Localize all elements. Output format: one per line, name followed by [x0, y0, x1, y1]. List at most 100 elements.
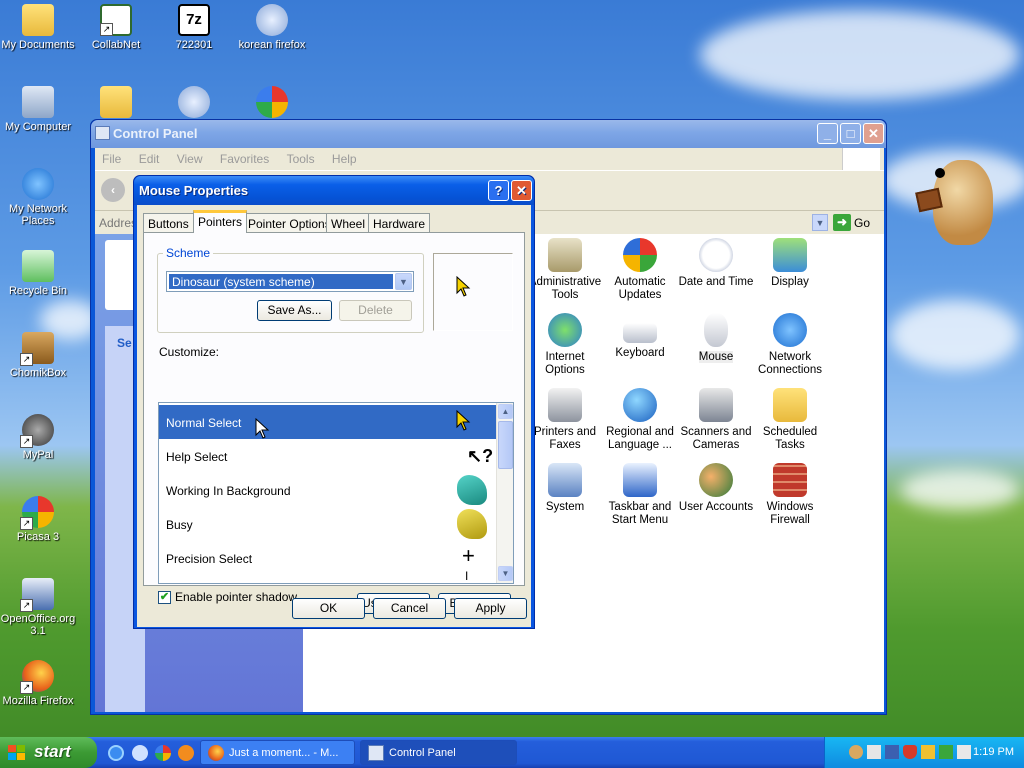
cp-item-user-accounts[interactable]: User Accounts [677, 463, 755, 514]
desktop-icon-network-places[interactable]: My Network Places [0, 168, 78, 227]
save-as-button[interactable]: Save As... [257, 300, 332, 321]
cp-item-system[interactable]: System [526, 463, 604, 514]
control-panel-titlebar[interactable]: Control Panel _ □ ✕ [91, 120, 886, 148]
address-dropdown-arrow-icon[interactable]: ▼ [812, 214, 828, 231]
desktop-icon-openoffice[interactable]: OpenOffice.org 3.1 [0, 578, 78, 637]
scheme-dropdown[interactable]: Dinosaur (system scheme) ▼ [166, 271, 414, 292]
pointer-row-precision-select[interactable]: Precision Select + [159, 541, 496, 575]
task-control-panel[interactable]: Control Panel [360, 740, 517, 765]
desktop-icon-installer[interactable] [154, 86, 234, 121]
globe-icon [623, 388, 657, 422]
cp-item-scheduled-tasks[interactable]: Scheduled Tasks [751, 388, 829, 452]
close-button[interactable]: ✕ [863, 123, 884, 144]
window-title: Control Panel [113, 126, 198, 141]
dialog-close-button[interactable]: ✕ [511, 180, 532, 201]
desktop-icon-picasa[interactable]: Picasa 3 [0, 496, 78, 543]
desktop-icon-firefox[interactable]: Mozilla Firefox [0, 660, 78, 707]
quicklaunch-picasa-icon[interactable] [155, 745, 171, 761]
desktop-icon-korean-firefox[interactable]: korean firefox [232, 4, 312, 51]
desktop-icon-mypal[interactable]: MyPal [0, 414, 78, 461]
scheme-label: Scheme [163, 246, 214, 260]
menu-file[interactable]: File [95, 148, 128, 166]
7zip-icon: 7z [178, 4, 210, 36]
delete-button[interactable]: Delete [339, 300, 412, 321]
menu-bar: File Edit View Favorites Tools Help [95, 148, 884, 170]
pointer-row-busy[interactable]: Busy [159, 507, 496, 541]
go-arrow-icon[interactable]: ➜ [833, 214, 851, 231]
scroll-down-arrow-icon[interactable]: ▼ [498, 566, 513, 581]
tray-volume-icon[interactable] [957, 745, 971, 759]
pointer-row-help-select[interactable]: Help Select ↖? [159, 439, 496, 473]
cp-item-internet-options[interactable]: Internet Options [526, 313, 604, 377]
task-firefox[interactable]: Just a moment... - M... [200, 740, 355, 765]
cp-item-keyboard[interactable]: Keyboard [601, 313, 679, 360]
cp-item-windows-firewall[interactable]: Windows Firewall [751, 463, 829, 527]
cp-item-automatic-updates[interactable]: Automatic Updates [601, 238, 679, 302]
cp-item-mouse[interactable]: Mouse [677, 313, 755, 364]
pointer-row-text-select[interactable]: I [159, 569, 496, 583]
ok-button[interactable]: OK [292, 598, 365, 619]
menu-edit[interactable]: Edit [132, 148, 167, 166]
desktop-icon-7zip[interactable]: 7z 722301 [154, 4, 234, 51]
chevron-down-icon[interactable]: ▼ [395, 273, 412, 290]
cd-installer-icon [256, 4, 288, 36]
quicklaunch-app-icon[interactable] [132, 745, 148, 761]
tab-pointers[interactable]: Pointers [193, 210, 248, 233]
tray-security-icon[interactable] [921, 745, 935, 759]
tab-wheel[interactable]: Wheel [326, 213, 371, 232]
desktop-icon-recycle-bin[interactable]: Recycle Bin [0, 250, 78, 297]
cp-item-date-time[interactable]: Date and Time [677, 238, 755, 289]
cp-item-taskbar-start-menu[interactable]: Taskbar and Start Menu [601, 463, 679, 527]
dinosaur-working-icon [457, 475, 487, 505]
quicklaunch-media-icon[interactable] [178, 745, 194, 761]
network-icon [22, 168, 54, 200]
tray-network-icon[interactable] [867, 745, 881, 759]
tab-hardware[interactable]: Hardware [368, 213, 431, 232]
help-button[interactable]: ? [488, 180, 509, 201]
menu-favorites[interactable]: Favorites [213, 148, 276, 166]
menu-tools[interactable]: Tools [280, 148, 322, 166]
control-panel-icon [95, 126, 110, 140]
back-arrow-icon[interactable]: ‹ [101, 178, 125, 202]
see-also-heading: Se [117, 336, 132, 350]
desktop-icon-picasa-top[interactable] [232, 86, 312, 121]
pointer-row-normal-select[interactable]: Normal Select [159, 405, 496, 439]
desktop-icon-chomikbox[interactable]: ChomikBox [0, 332, 78, 379]
tab-pointer-options[interactable]: Pointer Options [243, 213, 336, 232]
apply-button[interactable]: Apply [454, 598, 527, 619]
start-button[interactable]: start [0, 737, 97, 768]
cp-item-regional-language[interactable]: Regional and Language ... [601, 388, 679, 452]
minimize-button[interactable]: _ [817, 123, 838, 144]
desktop-icon-my-documents[interactable]: My Documents [0, 4, 78, 51]
tab-buttons[interactable]: Buttons [143, 213, 194, 232]
tray-update-icon[interactable] [939, 745, 953, 759]
desktop-icon-my-computer[interactable]: My Computer [0, 86, 78, 133]
taskbar-icon [623, 463, 657, 497]
cp-item-network-connections[interactable]: Network Connections [751, 313, 829, 377]
tray-monitor-icon[interactable] [885, 745, 899, 759]
cp-item-printers-faxes[interactable]: Printers and Faxes [526, 388, 604, 452]
menu-view[interactable]: View [170, 148, 210, 166]
menu-help[interactable]: Help [325, 148, 364, 166]
cp-item-administrative-tools[interactable]: Administrative Tools [526, 238, 604, 302]
maximize-button[interactable]: □ [840, 123, 861, 144]
dialog-titlebar[interactable]: Mouse Properties ? ✕ [134, 176, 534, 205]
quicklaunch-ie-icon[interactable] [108, 745, 124, 761]
tray-hamster-icon[interactable] [849, 745, 863, 759]
shadow-checkbox[interactable]: ✔ [158, 591, 171, 604]
start-label: start [34, 742, 71, 761]
desktop-icon-collabnet[interactable]: CollabNet [76, 4, 156, 51]
desktop-icon-folder[interactable] [76, 86, 156, 121]
scroll-up-arrow-icon[interactable]: ▲ [498, 404, 513, 419]
go-button[interactable]: Go [854, 216, 870, 230]
cp-item-display[interactable]: Display [751, 238, 829, 289]
clock[interactable]: 1:19 PM [973, 746, 1014, 758]
scroll-thumb[interactable] [498, 421, 513, 469]
cancel-button[interactable]: Cancel [373, 598, 446, 619]
installer-icon [178, 86, 210, 118]
pointer-row-working-background[interactable]: Working In Background [159, 473, 496, 507]
cp-item-scanners-cameras[interactable]: Scanners and Cameras [677, 388, 755, 452]
pointer-list-scrollbar[interactable]: ▲ ▼ [496, 403, 513, 583]
windows-logo-icon [842, 148, 880, 170]
tray-shield-icon[interactable] [903, 745, 917, 759]
